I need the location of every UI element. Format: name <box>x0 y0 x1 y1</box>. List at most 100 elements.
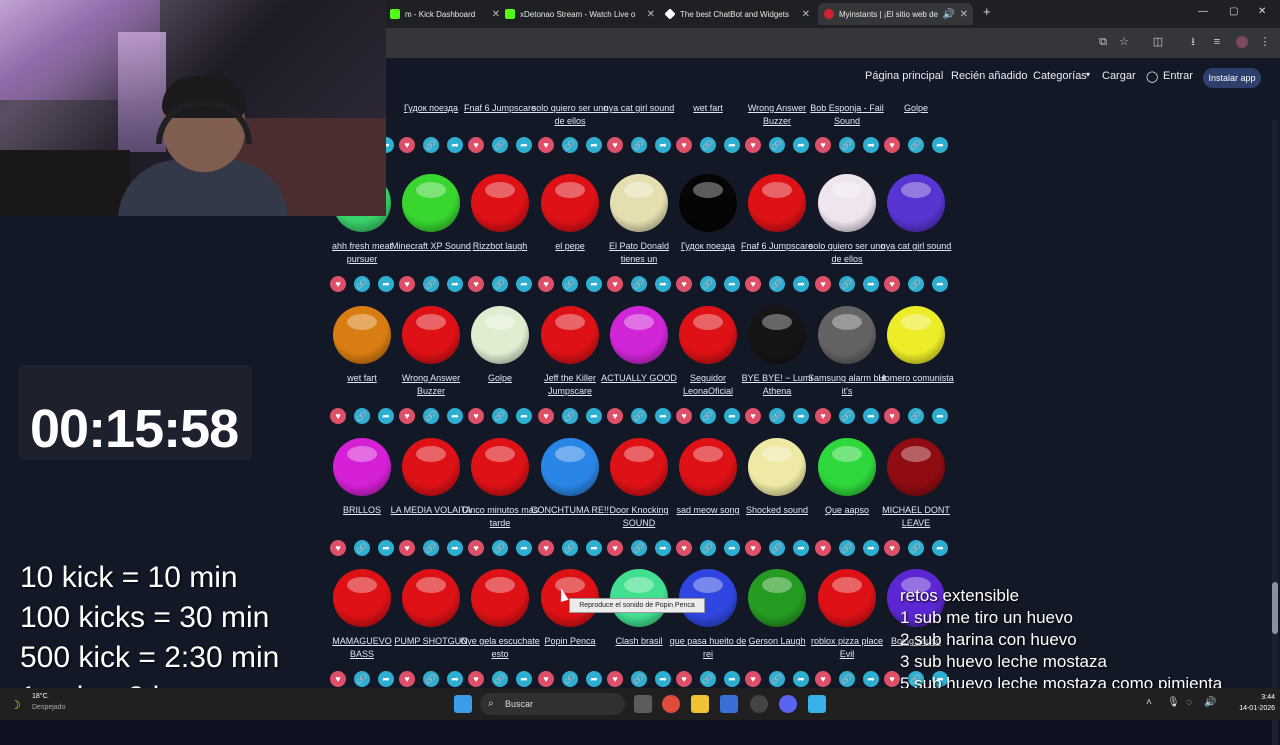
heart-icon[interactable]: ♥ <box>399 540 415 556</box>
link-icon[interactable]: 🔗 <box>631 540 647 556</box>
heart-icon[interactable]: ♥ <box>607 408 623 424</box>
discord-icon[interactable] <box>779 695 797 713</box>
heart-icon[interactable]: ♥ <box>607 540 623 556</box>
heart-icon[interactable]: ♥ <box>538 408 554 424</box>
heart-icon[interactable]: ♥ <box>538 671 554 687</box>
play-sound-button[interactable] <box>887 174 945 232</box>
heart-icon[interactable]: ♥ <box>815 408 831 424</box>
heart-icon[interactable]: ♥ <box>399 276 415 292</box>
nav-home[interactable]: Página principal <box>865 70 943 82</box>
sound-label[interactable]: Homero comunista <box>875 372 957 385</box>
play-sound-button[interactable] <box>402 306 460 364</box>
share-icon[interactable]: ➦ <box>447 408 463 424</box>
install-app-button[interactable]: Instalar app <box>1203 68 1261 88</box>
link-icon[interactable]: 🔗 <box>908 540 924 556</box>
microphone-icon[interactable]: 🎙 <box>1167 697 1180 708</box>
maximize-button[interactable]: ▢ <box>1229 6 1238 17</box>
link-icon[interactable]: 🔗 <box>562 408 578 424</box>
heart-icon[interactable]: ♥ <box>745 276 761 292</box>
tab-chatbot-widgets[interactable]: The best ChatBot and Widgets ✕ <box>664 3 810 25</box>
play-sound-button[interactable] <box>818 306 876 364</box>
share-icon[interactable]: ➦ <box>586 540 602 556</box>
share-icon[interactable]: ➦ <box>655 276 671 292</box>
task-view-icon[interactable] <box>634 695 652 713</box>
link-icon[interactable]: 🔗 <box>631 137 647 153</box>
tray-chevron-icon[interactable]: ˄ <box>1146 697 1152 708</box>
extensions-icon[interactable]: ◫ <box>1152 36 1164 48</box>
play-sound-button[interactable] <box>471 174 529 232</box>
link-icon[interactable]: 🔗 <box>423 540 439 556</box>
sound-label[interactable]: nya cat girl sound <box>875 240 957 253</box>
play-sound-button[interactable] <box>333 569 391 627</box>
play-sound-button[interactable] <box>541 438 599 496</box>
heart-icon[interactable]: ♥ <box>745 540 761 556</box>
play-sound-button[interactable] <box>748 569 806 627</box>
share-icon[interactable]: ➦ <box>793 671 809 687</box>
page-scrollbar[interactable] <box>1272 120 1278 745</box>
link-icon[interactable]: 🔗 <box>492 540 508 556</box>
play-sound-button[interactable] <box>748 174 806 232</box>
heart-icon[interactable]: ♥ <box>815 276 831 292</box>
link-icon[interactable]: 🔗 <box>354 540 370 556</box>
install-page-icon[interactable]: ⧉ <box>1097 36 1109 48</box>
play-sound-button[interactable] <box>471 569 529 627</box>
heart-icon[interactable]: ♥ <box>884 276 900 292</box>
obs-icon[interactable] <box>750 695 768 713</box>
share-icon[interactable]: ➦ <box>378 671 394 687</box>
heart-icon[interactable]: ♥ <box>468 137 484 153</box>
share-icon[interactable]: ➦ <box>932 408 948 424</box>
play-sound-button[interactable] <box>471 306 529 364</box>
close-icon[interactable]: ✕ <box>492 9 500 20</box>
play-sound-button[interactable] <box>818 438 876 496</box>
share-icon[interactable]: ➦ <box>932 540 948 556</box>
heart-icon[interactable]: ♥ <box>884 137 900 153</box>
play-sound-button[interactable] <box>679 438 737 496</box>
link-icon[interactable]: 🔗 <box>769 137 785 153</box>
link-icon[interactable]: 🔗 <box>769 671 785 687</box>
network-icon[interactable]: ◌ <box>1186 697 1192 708</box>
play-sound-button[interactable] <box>541 306 599 364</box>
share-icon[interactable]: ➦ <box>863 671 879 687</box>
heart-icon[interactable]: ♥ <box>815 540 831 556</box>
share-icon[interactable]: ➦ <box>447 540 463 556</box>
heart-icon[interactable]: ♥ <box>745 137 761 153</box>
file-explorer-icon[interactable] <box>691 695 709 713</box>
link-icon[interactable]: 🔗 <box>839 540 855 556</box>
tab-myinstants[interactable]: Myinstants | ¡El sitio web de 🔊 ✕ <box>818 3 973 25</box>
link-icon[interactable]: 🔗 <box>562 540 578 556</box>
media-icon[interactable]: ≡ <box>1211 36 1223 48</box>
scrollbar-thumb[interactable] <box>1272 582 1278 634</box>
share-icon[interactable]: ➦ <box>863 408 879 424</box>
heart-icon[interactable]: ♥ <box>607 276 623 292</box>
play-sound-button[interactable] <box>610 438 668 496</box>
heart-icon[interactable]: ♥ <box>884 671 900 687</box>
heart-icon[interactable]: ♥ <box>676 540 692 556</box>
link-icon[interactable]: 🔗 <box>423 276 439 292</box>
share-icon[interactable]: ➦ <box>793 540 809 556</box>
taskbar-clock[interactable]: 3:44 14-01-2026 <box>1225 692 1275 714</box>
link-icon[interactable]: 🔗 <box>908 276 924 292</box>
share-icon[interactable]: ➦ <box>516 276 532 292</box>
play-sound-button[interactable] <box>748 438 806 496</box>
link-icon[interactable]: 🔗 <box>354 671 370 687</box>
link-icon[interactable]: 🔗 <box>700 137 716 153</box>
link-icon[interactable]: 🔗 <box>492 137 508 153</box>
play-sound-button[interactable] <box>818 174 876 232</box>
heart-icon[interactable]: ♥ <box>468 671 484 687</box>
new-tab-button[interactable]: + <box>983 4 991 19</box>
weather-widget[interactable]: ☽ 18°C Despejado <box>10 692 70 716</box>
link-icon[interactable]: 🔗 <box>562 137 578 153</box>
sound-label[interactable]: MICHAEL DONT LEAVE <box>875 504 957 530</box>
heart-icon[interactable]: ♥ <box>676 137 692 153</box>
heart-icon[interactable]: ♥ <box>676 671 692 687</box>
play-sound-button[interactable] <box>333 438 391 496</box>
link-icon[interactable]: 🔗 <box>492 408 508 424</box>
share-icon[interactable]: ➦ <box>447 137 463 153</box>
heart-icon[interactable]: ♥ <box>538 137 554 153</box>
sound-label[interactable]: Golpe <box>875 102 957 115</box>
share-icon[interactable]: ➦ <box>586 137 602 153</box>
link-icon[interactable]: 🔗 <box>908 137 924 153</box>
store-icon[interactable] <box>720 695 738 713</box>
bookmark-star-icon[interactable]: ☆ <box>1118 36 1130 48</box>
heart-icon[interactable]: ♥ <box>884 408 900 424</box>
